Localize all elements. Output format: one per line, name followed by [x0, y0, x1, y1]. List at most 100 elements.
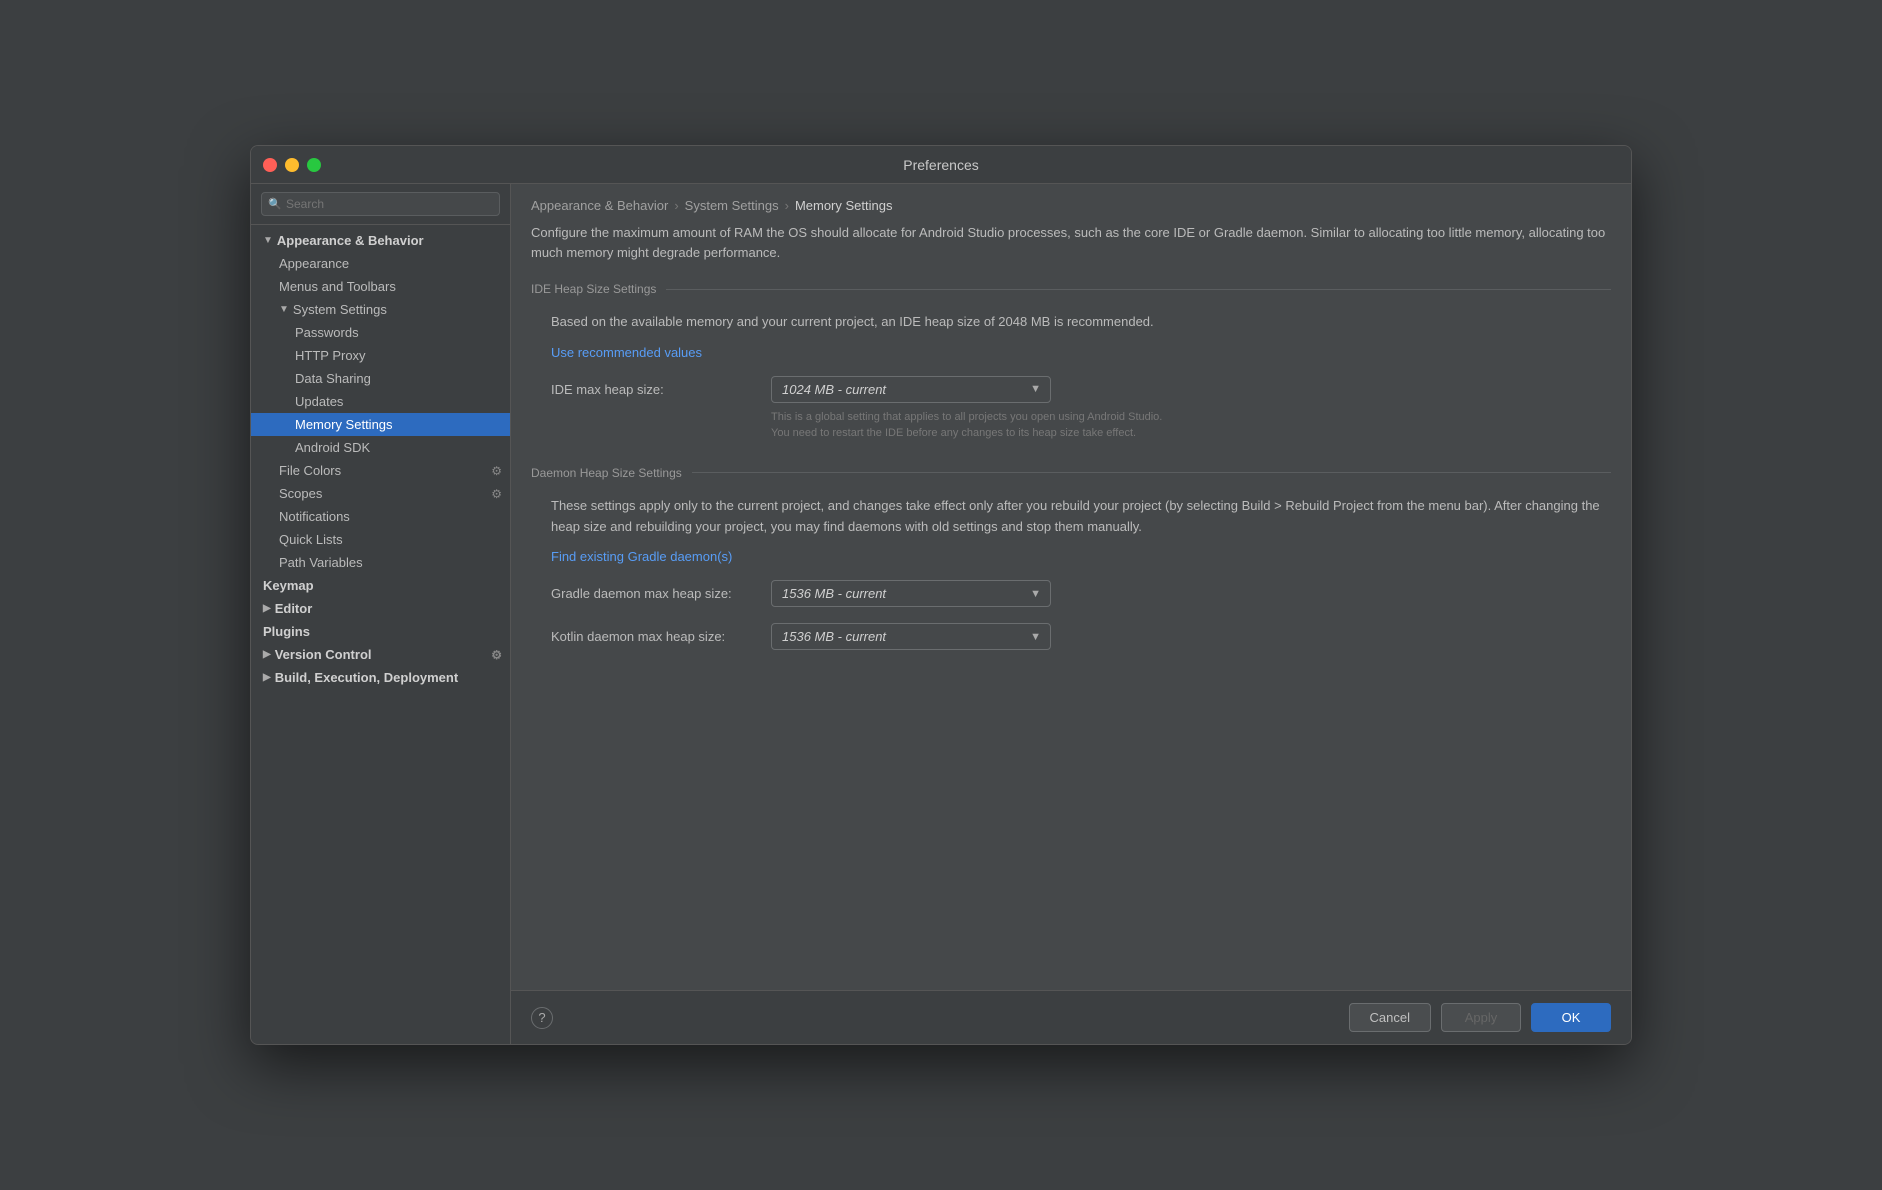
sidebar-item-label: Path Variables — [279, 555, 363, 570]
main-layout: 🔍 ▼ Appearance & Behavior Appearance Men… — [251, 184, 1631, 1044]
cancel-button[interactable]: Cancel — [1349, 1003, 1431, 1032]
chevron-down-icon: ▼ — [279, 304, 289, 315]
preferences-window: Preferences 🔍 ▼ Appearance & Behavior Ap… — [250, 145, 1632, 1045]
sidebar-item-scopes[interactable]: Scopes ⚙ — [251, 482, 510, 505]
main-panel: Appearance & Behavior › System Settings … — [511, 184, 1631, 1044]
kotlin-heap-select-wrapper: 512 MB 750 MB 1024 MB 1280 MB 1536 MB - … — [771, 623, 1051, 650]
settings-icon: ⚙ — [491, 487, 502, 501]
sidebar-item-label: Keymap — [263, 578, 314, 593]
sidebar-item-plugins[interactable]: Plugins — [251, 620, 510, 643]
sidebar-item-menus-toolbars[interactable]: Menus and Toolbars — [251, 275, 510, 298]
breadcrumb-separator-2: › — [785, 198, 789, 213]
titlebar: Preferences — [251, 146, 1631, 184]
window-controls — [263, 158, 321, 172]
search-wrapper: 🔍 — [261, 192, 500, 216]
sidebar-item-label: Appearance — [279, 256, 349, 271]
sidebar-item-appearance[interactable]: Appearance — [251, 252, 510, 275]
footer-left: ? — [531, 1007, 553, 1029]
sidebar-item-quick-lists[interactable]: Quick Lists — [251, 528, 510, 551]
breadcrumb-item-1: Appearance & Behavior — [531, 198, 668, 213]
chevron-right-icon: ▶ — [263, 672, 271, 683]
apply-button[interactable]: Apply — [1441, 1003, 1521, 1032]
ide-heap-section-label: IDE Heap Size Settings — [531, 282, 666, 296]
gradle-heap-select-wrapper: 512 MB 750 MB 1024 MB 1280 MB 1536 MB - … — [771, 580, 1051, 607]
maximize-button[interactable] — [307, 158, 321, 172]
ide-heap-group-title: IDE Heap Size Settings — [531, 282, 1611, 296]
use-recommended-link[interactable]: Use recommended values — [551, 345, 702, 360]
daemon-heap-group-title: Daemon Heap Size Settings — [531, 466, 1611, 480]
sidebar-item-label: Quick Lists — [279, 532, 343, 547]
main-scroll-area: Configure the maximum amount of RAM the … — [511, 223, 1631, 990]
divider-line-2 — [692, 472, 1611, 473]
window-title: Preferences — [903, 157, 978, 173]
sidebar-item-http-proxy[interactable]: HTTP Proxy — [251, 344, 510, 367]
sidebar-item-system-settings[interactable]: ▼ System Settings — [251, 298, 510, 321]
kotlin-heap-form-row: Kotlin daemon max heap size: 512 MB 750 … — [551, 623, 1611, 650]
sidebar-item-version-control[interactable]: ▶ Version Control ⚙ — [251, 643, 510, 666]
sidebar-item-label: Plugins — [263, 624, 310, 639]
sidebar-item-label: Scopes — [279, 486, 322, 501]
footer: ? Cancel Apply OK — [511, 990, 1631, 1044]
ide-heap-select-wrapper: 512 MB 750 MB 1024 MB - current 1280 MB … — [771, 376, 1051, 403]
ide-heap-hint: This is a global setting that applies to… — [771, 409, 1171, 442]
sidebar-item-label: System Settings — [293, 302, 387, 317]
ok-button[interactable]: OK — [1531, 1003, 1611, 1032]
daemon-heap-group: Daemon Heap Size Settings These settings… — [531, 466, 1611, 651]
settings-icon: ⚙ — [491, 464, 502, 478]
sidebar-item-label: Memory Settings — [295, 417, 393, 432]
ide-heap-form-row: IDE max heap size: 512 MB 750 MB 1024 MB… — [551, 376, 1611, 403]
find-gradle-daemon-link[interactable]: Find existing Gradle daemon(s) — [551, 549, 732, 564]
search-bar-container: 🔍 — [251, 184, 510, 225]
sidebar-item-notifications[interactable]: Notifications — [251, 505, 510, 528]
sidebar-item-build-execution[interactable]: ▶ Build, Execution, Deployment — [251, 666, 510, 689]
sidebar-item-file-colors[interactable]: File Colors ⚙ — [251, 459, 510, 482]
sidebar-item-label: Updates — [295, 394, 343, 409]
gradle-heap-form-row: Gradle daemon max heap size: 512 MB 750 … — [551, 580, 1611, 607]
sidebar-item-label: HTTP Proxy — [295, 348, 366, 363]
sidebar-item-appearance-behavior[interactable]: ▼ Appearance & Behavior — [251, 229, 510, 252]
kotlin-heap-select[interactable]: 512 MB 750 MB 1024 MB 1280 MB 1536 MB - … — [771, 623, 1051, 650]
ide-heap-recommendation: Based on the available memory and your c… — [551, 312, 1611, 333]
footer-right: Cancel Apply OK — [1349, 1003, 1611, 1032]
chevron-right-icon: ▶ — [263, 603, 271, 614]
sidebar-item-editor[interactable]: ▶ Editor — [251, 597, 510, 620]
sidebar-item-passwords[interactable]: Passwords — [251, 321, 510, 344]
search-input[interactable] — [261, 192, 500, 216]
ide-heap-group: IDE Heap Size Settings Based on the avai… — [531, 282, 1611, 442]
chevron-right-icon: ▶ — [263, 649, 271, 660]
sidebar-item-updates[interactable]: Updates — [251, 390, 510, 413]
daemon-heap-description: These settings apply only to the current… — [551, 496, 1611, 538]
sidebar-item-keymap[interactable]: Keymap — [251, 574, 510, 597]
help-button[interactable]: ? — [531, 1007, 553, 1029]
breadcrumb-item-2: System Settings — [685, 198, 779, 213]
chevron-down-icon: ▼ — [263, 235, 273, 246]
minimize-button[interactable] — [285, 158, 299, 172]
breadcrumb: Appearance & Behavior › System Settings … — [511, 184, 1631, 223]
close-button[interactable] — [263, 158, 277, 172]
sidebar-item-memory-settings[interactable]: Memory Settings — [251, 413, 510, 436]
sidebar-item-label: File Colors — [279, 463, 341, 478]
sidebar-item-label: Notifications — [279, 509, 350, 524]
kotlin-heap-label: Kotlin daemon max heap size: — [551, 629, 771, 644]
sidebar-item-label: Version Control — [275, 647, 372, 662]
sidebar-item-path-variables[interactable]: Path Variables — [251, 551, 510, 574]
sidebar-item-android-sdk[interactable]: Android SDK — [251, 436, 510, 459]
nav-tree: ▼ Appearance & Behavior Appearance Menus… — [251, 225, 510, 1044]
sidebar-item-label: Data Sharing — [295, 371, 371, 386]
settings-icon: ⚙ — [491, 648, 502, 662]
daemon-heap-section-label: Daemon Heap Size Settings — [531, 466, 692, 480]
breadcrumb-item-3: Memory Settings — [795, 198, 893, 213]
divider-line — [666, 289, 1611, 290]
ide-heap-label: IDE max heap size: — [551, 382, 771, 397]
sidebar-item-label: Menus and Toolbars — [279, 279, 396, 294]
search-icon: 🔍 — [268, 198, 282, 211]
sidebar-item-data-sharing[interactable]: Data Sharing — [251, 367, 510, 390]
gradle-heap-select[interactable]: 512 MB 750 MB 1024 MB 1280 MB 1536 MB - … — [771, 580, 1051, 607]
gradle-heap-label: Gradle daemon max heap size: — [551, 586, 771, 601]
sidebar-item-label: Android SDK — [295, 440, 370, 455]
sidebar-item-label: Passwords — [295, 325, 359, 340]
sidebar-item-label: Editor — [275, 601, 313, 616]
sidebar: 🔍 ▼ Appearance & Behavior Appearance Men… — [251, 184, 511, 1044]
sidebar-item-label: Build, Execution, Deployment — [275, 670, 458, 685]
ide-heap-select[interactable]: 512 MB 750 MB 1024 MB - current 1280 MB … — [771, 376, 1051, 403]
